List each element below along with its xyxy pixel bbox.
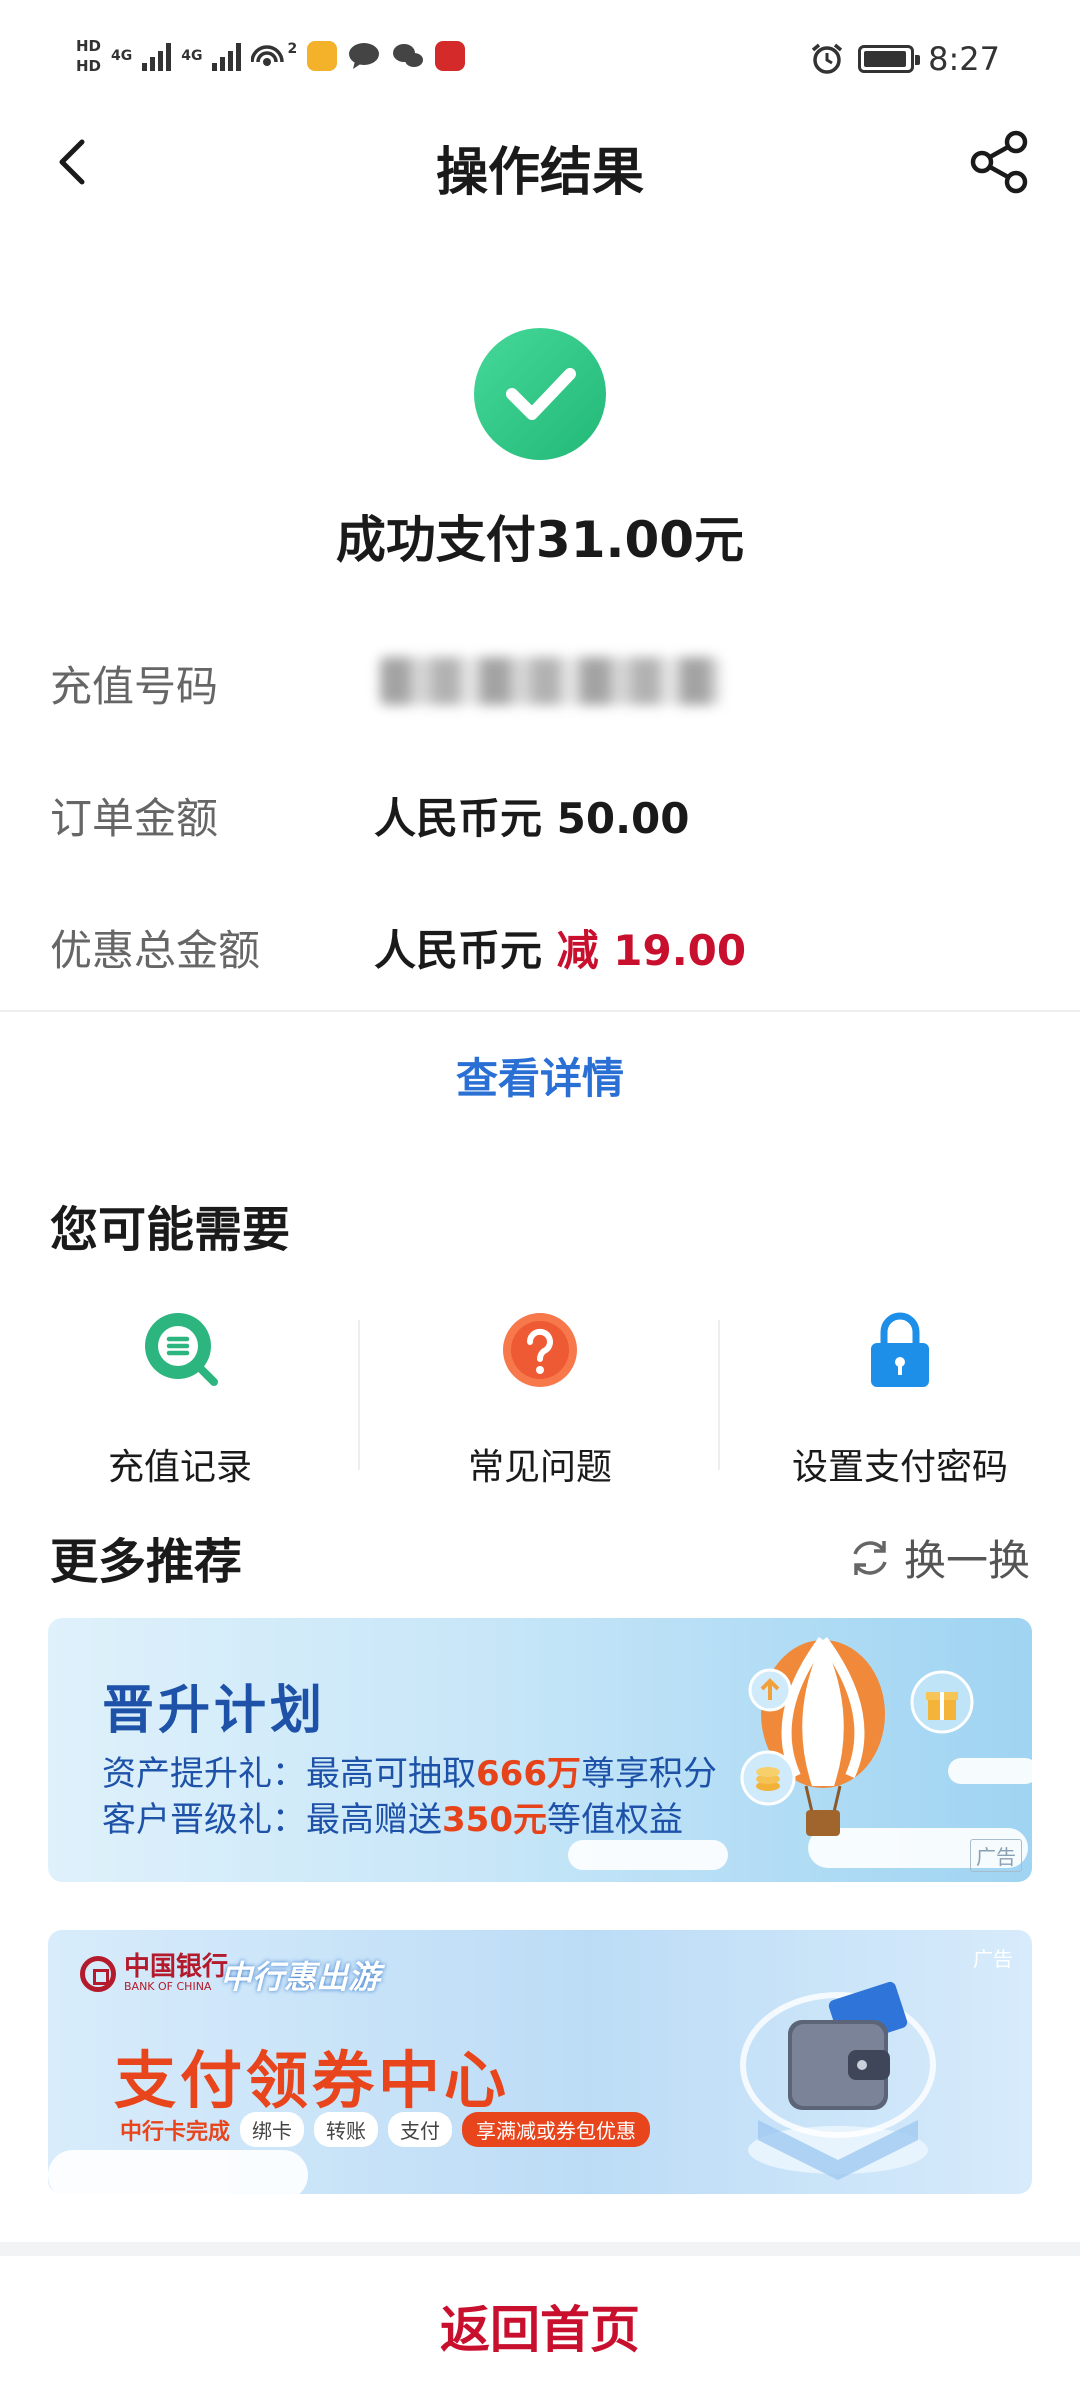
cloud-decoration — [948, 1758, 1032, 1784]
bank-name: 中国银行 — [124, 1952, 229, 1982]
campaign-brand: 中行惠出游 — [220, 1958, 381, 1996]
banner-pill: 绑卡 — [240, 2112, 305, 2147]
sim2-label: HD — [76, 57, 102, 75]
recharge-number-label: 充值号码 — [50, 662, 219, 711]
signal-icon — [142, 41, 172, 71]
bank-of-china-logo: 中国银行 BANK OF CHINA — [80, 1954, 228, 1993]
refresh-icon — [853, 1540, 887, 1575]
sim1-label: HD — [76, 37, 102, 55]
recharge-number-masked — [380, 657, 720, 705]
banner-lead: 中行卡完成 — [120, 2119, 231, 2145]
banner-text: 资产提升礼：最高可抽取 — [102, 1754, 476, 1794]
cloud-decoration — [568, 1840, 728, 1870]
maybe-need-title: 您可能需要 — [50, 1202, 291, 1258]
gift-icon — [910, 1670, 974, 1734]
order-amount-row: 订单金额 人民币元 50.00 — [50, 775, 1030, 845]
cloud-decoration — [48, 2150, 308, 2194]
banner-promo: 享满减或券包优惠 — [462, 2112, 651, 2147]
order-amount-value: 人民币元 50.00 — [374, 794, 690, 843]
status-bar: HD HD 4G 4G 2 8:27 — [0, 0, 1080, 120]
action-recharge-records[interactable]: 充值记录 — [0, 1310, 360, 1490]
banner-pill: 支付 — [388, 2112, 453, 2147]
clock: 8:27 — [928, 40, 1000, 78]
back-to-home-button[interactable]: 返回首页 — [0, 2290, 1080, 2362]
action-set-pay-password[interactable]: 设置支付密码 — [720, 1310, 1080, 1490]
bank-app-icon — [435, 41, 466, 71]
ad-tag: 广告 — [970, 1839, 1022, 1872]
action-label: 设置支付密码 — [791, 1447, 1008, 1488]
arrow-up-icon — [748, 1668, 792, 1712]
more-recommend-title: 更多推荐 — [50, 1534, 243, 1590]
action-label: 充值记录 — [107, 1447, 252, 1488]
discount-currency: 人民币元 — [374, 926, 557, 975]
coins-icon — [740, 1750, 796, 1806]
success-message: 成功支付31.00元 — [335, 511, 745, 569]
discount-value: 人民币元 减 19.00 — [374, 917, 746, 978]
alarm-icon — [812, 43, 843, 74]
discount-label: 优惠总金额 — [50, 926, 261, 975]
wechat-icon — [393, 44, 424, 67]
lock-icon — [871, 1312, 929, 1387]
banner-line-2: 客户晋级礼：最高赠送350元等值权益 — [102, 1792, 683, 1841]
banner-highlight: 666万 — [476, 1754, 581, 1794]
hotspot-icon — [251, 45, 285, 66]
nav-bar: 操作结果 — [0, 120, 1080, 204]
hotspot-count: 2 — [287, 41, 298, 57]
recharge-number-row: 充值号码 — [50, 643, 1030, 713]
banner-title: 支付领券中心 — [114, 2044, 511, 2117]
banner-text: 等值权益 — [546, 1800, 683, 1840]
order-amount-label: 订单金额 — [50, 794, 219, 843]
action-faq[interactable]: 常见问题 — [360, 1310, 720, 1490]
wallet-icon — [740, 1981, 936, 2180]
refresh-button[interactable]: 换一换 — [848, 1527, 1030, 1588]
banner-subtitle: 中行卡完成 绑卡 转账 支付 享满减或券包优惠 — [120, 2112, 651, 2147]
banner-text: 客户晋级礼：最高赠送 — [102, 1800, 442, 1840]
share-icon[interactable] — [966, 128, 1034, 196]
banner-text: 尊享积分 — [580, 1754, 717, 1794]
action-label: 常见问题 — [467, 1447, 612, 1488]
discount-amount: 减 19.00 — [556, 926, 747, 975]
sim-indicator: HD HD — [76, 36, 101, 76]
question-icon — [503, 1313, 577, 1387]
message-icon — [349, 43, 380, 69]
banner-line-1: 资产提升礼：最高可抽取666万尊享积分 — [102, 1746, 717, 1795]
status-right: 8:27 — [810, 40, 1000, 78]
quick-actions: 充值记录 常见问题 设置支付密码 — [0, 1310, 1080, 1490]
discount-row: 优惠总金额 人民币元 减 19.00 — [50, 907, 1030, 977]
banner-highlight: 350元 — [442, 1800, 547, 1840]
status-left: HD HD 4G 4G 2 — [76, 36, 466, 76]
banner-title: 晋升计划 — [102, 1681, 327, 1741]
battery-icon — [858, 45, 921, 73]
success-check-icon — [474, 328, 606, 460]
divider — [0, 1010, 1080, 1012]
network1-label: 4G — [111, 48, 133, 64]
page-title: 操作结果 — [435, 143, 644, 203]
refresh-label: 换一换 — [903, 1536, 1030, 1585]
footer-separator — [0, 2242, 1080, 2256]
banner-pill: 转账 — [314, 2112, 379, 2147]
search-list-icon — [145, 1313, 218, 1386]
network2-label: 4G — [181, 48, 203, 64]
promotion-banner-coupon-center[interactable]: 中国银行 BANK OF CHINA 中行惠出游 支付领券中心 中行卡完成 绑卡… — [48, 1930, 1032, 2194]
promotion-banner-upgrade[interactable]: 晋升计划 资产提升礼：最高可抽取666万尊享积分 客户晋级礼：最高赠送350元等… — [48, 1618, 1032, 1882]
view-details-link[interactable]: 查看详情 — [0, 1045, 1080, 1106]
signal-icon — [212, 41, 242, 71]
weibo-icon — [307, 41, 338, 71]
ad-tag: 广告 — [973, 1947, 1013, 1971]
bank-logo-icon — [80, 1955, 116, 1992]
